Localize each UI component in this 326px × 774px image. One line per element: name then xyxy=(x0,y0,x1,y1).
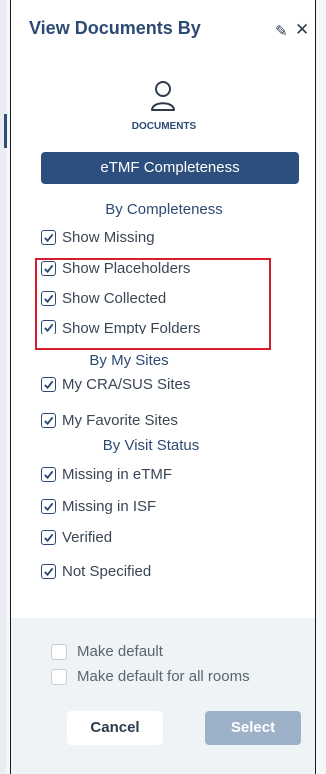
option-missing-in-isf[interactable]: Missing in ISF xyxy=(41,496,156,516)
option-label: My CRA/SUS Sites xyxy=(62,375,191,393)
panel-header: View Documents By ✎ ✕ xyxy=(11,0,317,64)
section-heading-sites: By My Sites xyxy=(89,352,169,369)
option-show-empty-folders[interactable]: Show Empty Folders xyxy=(41,320,200,334)
checkbox-checked[interactable] xyxy=(41,498,56,514)
view-documents-panel: View Documents By ✎ ✕ DOCUMENTS eTMF Com… xyxy=(10,0,316,774)
select-button[interactable]: Select xyxy=(205,711,301,745)
check-icon xyxy=(44,294,54,303)
left-marker xyxy=(4,114,7,148)
checkbox-checked[interactable] xyxy=(41,229,56,245)
option-label: Missing in ISF xyxy=(62,497,157,515)
pencil-icon[interactable]: ✎ xyxy=(275,22,288,40)
make-default-option[interactable]: Make default xyxy=(51,643,163,660)
check-icon xyxy=(44,470,54,479)
check-icon xyxy=(44,416,54,425)
option-verified[interactable]: Verified xyxy=(41,527,112,547)
make-default-all-option[interactable]: Make default for all rooms xyxy=(51,668,250,685)
checkbox-checked[interactable] xyxy=(41,412,56,428)
checkbox-checked[interactable] xyxy=(41,260,56,276)
option-my-cra-sus-sites[interactable]: My CRA/SUS Sites xyxy=(41,374,190,394)
option-label: Show Empty Folders xyxy=(62,320,201,334)
section-heading-completeness: By Completeness xyxy=(105,201,223,218)
checkbox-checked[interactable] xyxy=(41,290,56,306)
option-show-collected[interactable]: Show Collected xyxy=(41,288,166,308)
close-icon[interactable]: ✕ xyxy=(295,20,309,40)
option-label: Show Collected xyxy=(62,289,167,307)
section-heading-visit: By Visit Status xyxy=(102,437,200,454)
option-show-placeholders[interactable]: Show Placeholders xyxy=(41,258,190,278)
checkbox-unchecked[interactable] xyxy=(51,668,67,685)
option-label: Not Specified xyxy=(62,562,152,580)
check-icon xyxy=(44,502,54,511)
checkbox-checked[interactable] xyxy=(41,320,56,334)
option-label: My Favorite Sites xyxy=(62,411,178,429)
option-label: Show Placeholders xyxy=(62,259,191,277)
option-label: Missing in eTMF xyxy=(62,465,173,483)
check-icon xyxy=(44,533,54,542)
option-label: Show Missing xyxy=(62,228,155,246)
etmf-completeness-button[interactable]: eTMF Completeness xyxy=(41,152,299,184)
panel-title: View Documents By xyxy=(29,18,201,38)
option-show-missing[interactable]: Show Missing xyxy=(41,227,155,247)
documents-label: DOCUMENTS xyxy=(131,121,197,132)
checkbox-unchecked[interactable] xyxy=(51,643,67,660)
checkbox-checked[interactable] xyxy=(41,466,56,482)
checkbox-checked[interactable] xyxy=(41,376,56,392)
option-missing-in-etmf[interactable]: Missing in eTMF xyxy=(41,464,172,484)
check-icon xyxy=(44,380,54,389)
cancel-button[interactable]: Cancel xyxy=(67,711,163,745)
make-default-all-label: Make default for all rooms xyxy=(77,668,250,685)
check-icon xyxy=(44,233,54,242)
checkbox-checked[interactable] xyxy=(41,529,56,545)
panel-footer xyxy=(11,618,315,774)
option-my-favorite-sites[interactable]: My Favorite Sites xyxy=(41,410,178,430)
checkbox-checked[interactable] xyxy=(41,563,56,579)
check-icon xyxy=(44,323,54,333)
check-icon xyxy=(44,567,54,576)
option-label: Verified xyxy=(62,528,113,546)
option-not-specified[interactable]: Not Specified xyxy=(41,561,151,581)
make-default-label: Make default xyxy=(77,643,163,660)
check-icon xyxy=(44,264,54,273)
person-icon xyxy=(151,81,175,111)
